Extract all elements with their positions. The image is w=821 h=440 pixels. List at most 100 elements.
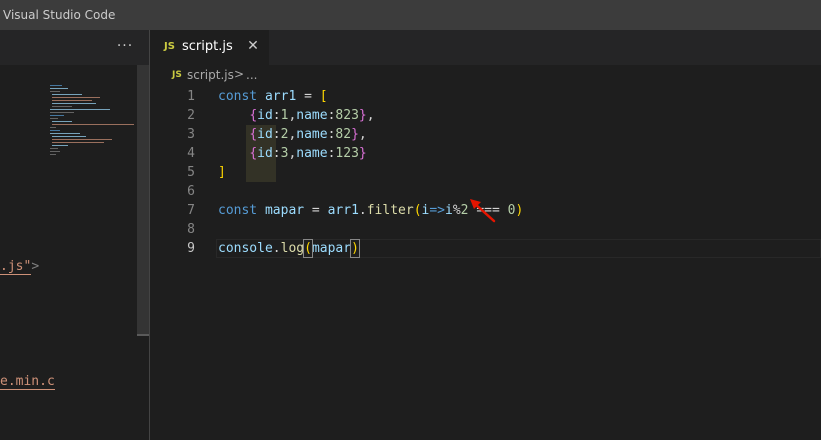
- minimap-line: [50, 109, 110, 110]
- code-token: const: [218, 89, 265, 104]
- javascript-file-icon: JS: [172, 70, 182, 80]
- code-line[interactable]: console.log(mapar): [218, 239, 359, 258]
- minimap-line: [50, 154, 56, 155]
- ellipsis-icon[interactable]: ···: [115, 36, 135, 56]
- tab-bar: JS script.js ✕: [150, 30, 821, 65]
- code-token: id: [257, 146, 273, 161]
- right-editor-group[interactable]: JS script.js ✕ JS script.js > ... 123456…: [150, 30, 821, 440]
- code-token: name: [296, 146, 328, 161]
- code-token: mapar: [311, 241, 352, 256]
- left-editor-group[interactable]: ··· .js"> e.min.c: [0, 30, 150, 440]
- code-token: id: [257, 108, 273, 123]
- line-number[interactable]: 7: [150, 201, 195, 220]
- line-number[interactable]: 6: [150, 182, 195, 201]
- line-number[interactable]: 2: [150, 106, 195, 125]
- code-token: ): [515, 203, 524, 218]
- code-line[interactable]: ]: [218, 163, 226, 182]
- code-token: log: [280, 241, 305, 256]
- code-line[interactable]: const arr1 = [: [218, 87, 328, 106]
- minimap-line: [52, 145, 68, 146]
- code-token: :: [272, 146, 281, 161]
- minimap-line: [50, 130, 60, 131]
- code-token: arr1: [327, 203, 359, 218]
- code-token: 82: [335, 127, 352, 142]
- left-code-punct: >: [31, 259, 40, 274]
- minimap-line: [50, 127, 56, 128]
- bracket-match-highlight: [350, 239, 360, 258]
- code-line[interactable]: {id:3,name:123}: [218, 144, 367, 163]
- code-token: ]: [218, 165, 226, 180]
- code-token: mapar: [264, 203, 305, 218]
- code-token: ,: [366, 108, 375, 123]
- code-token: }: [351, 127, 359, 142]
- code-token: ,: [358, 127, 367, 142]
- close-icon[interactable]: ✕: [245, 38, 261, 54]
- left-scrollbar-thumb[interactable]: [137, 65, 149, 335]
- code-token: }: [358, 146, 367, 161]
- code-token: arr1: [264, 89, 297, 104]
- minimap-line: [50, 115, 64, 116]
- code-token: (: [413, 203, 422, 218]
- minimap-line: [52, 142, 104, 143]
- minimap-line: [52, 139, 112, 140]
- minimap-line: [50, 88, 68, 89]
- code-token: :: [272, 127, 281, 142]
- line-number[interactable]: 5: [150, 163, 195, 182]
- code-token: =: [304, 203, 328, 218]
- tab-script-js[interactable]: JS script.js ✕: [150, 30, 270, 65]
- code-token: {: [249, 108, 258, 123]
- code-token: {: [249, 127, 258, 142]
- left-code-text: e.min.c: [0, 374, 55, 390]
- minimap-line: [52, 124, 134, 125]
- tab-label: script.js: [182, 39, 233, 54]
- minimap[interactable]: [50, 85, 138, 205]
- left-scrollbar[interactable]: [137, 65, 149, 440]
- breadcrumb-file[interactable]: script.js: [187, 68, 234, 82]
- code-token: .: [358, 203, 367, 218]
- breadcrumb: JS script.js > ...: [150, 65, 821, 87]
- minimap-line: [50, 133, 80, 134]
- code-token: 823: [335, 108, 359, 123]
- code-token: filter: [366, 203, 414, 218]
- minimap-line: [50, 85, 62, 86]
- left-tab-bar: ···: [0, 30, 150, 65]
- code-token: [: [319, 89, 328, 104]
- javascript-file-icon: JS: [164, 41, 175, 52]
- code-line[interactable]: {id:1,name:823},: [218, 106, 375, 125]
- line-number[interactable]: 8: [150, 220, 195, 239]
- left-code-fragment: .js">: [0, 259, 40, 275]
- line-number[interactable]: 4: [150, 144, 195, 163]
- code-token: id: [257, 127, 273, 142]
- bracket-match-highlight: [303, 239, 313, 258]
- minimap-line: [50, 148, 58, 149]
- minimap-line: [50, 151, 60, 152]
- breadcrumb-symbols[interactable]: ...: [246, 68, 257, 82]
- code-token: =: [296, 89, 320, 104]
- minimap-line: [52, 103, 96, 104]
- red-arrow-icon: [470, 199, 496, 223]
- line-number[interactable]: 3: [150, 125, 195, 144]
- window-title: Visual Studio Code: [0, 0, 821, 30]
- left-code-text: .js": [0, 259, 32, 275]
- editor-scrollbar[interactable]: [807, 65, 821, 440]
- minimap-line: [50, 91, 60, 92]
- chevron-right-icon: >: [234, 67, 245, 81]
- code-token: .: [272, 241, 281, 256]
- code-token: {: [249, 146, 258, 161]
- left-scrollbar-marker: [137, 334, 149, 336]
- code-token: %: [452, 203, 461, 218]
- minimap-line: [52, 94, 82, 95]
- line-number[interactable]: 1: [150, 87, 195, 106]
- code-line[interactable]: {id:2,name:82},: [218, 125, 367, 144]
- code-token: :: [272, 108, 281, 123]
- code-token: }: [358, 108, 367, 123]
- line-number[interactable]: 9: [150, 239, 195, 258]
- code-token: name: [296, 108, 328, 123]
- minimap-line: [52, 106, 72, 107]
- code-token: const: [218, 203, 265, 218]
- minimap-line: [50, 112, 74, 113]
- code-token: =>: [429, 203, 446, 218]
- code-token: i: [445, 203, 453, 218]
